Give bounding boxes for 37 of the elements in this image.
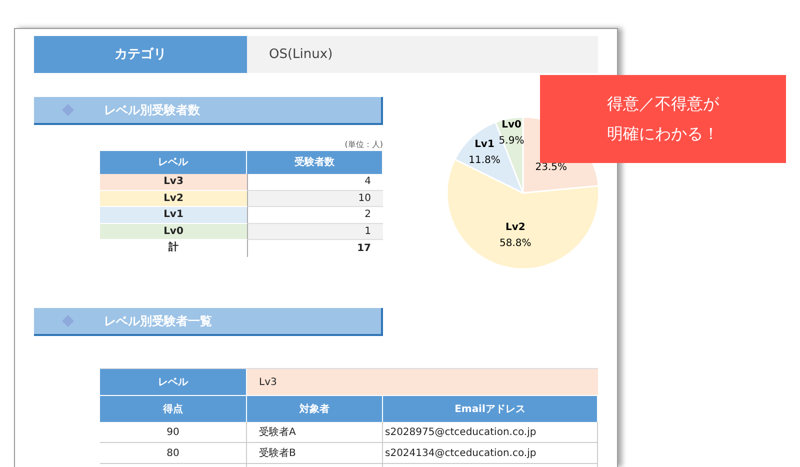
section-title: レベル別受験者一覧 [104,313,212,330]
table-cell: 1 [247,224,383,240]
table-cell: Lv3 [100,174,247,190]
slice-percentage: 58.8% [500,238,532,250]
slice-label: Lv1 [474,138,494,150]
table-cell: 受験者A [247,422,383,443]
category-label: カテゴリ [34,36,247,73]
column-header: レベル [100,151,247,174]
section-title: レベル別受験者数 [104,102,200,119]
slice-label: Lv0 [502,120,522,131]
category-value: OS(Linux) [247,36,598,73]
level-value: Lv3 [247,369,598,395]
callout-text: 明確にわかる！ [607,123,719,145]
table-cell: 17 [247,240,383,256]
table-cell: 計 [100,240,247,256]
column-header: Emailアドレス [383,396,598,422]
table-cell: Lv2 [100,190,247,207]
diamond-icon [62,315,74,327]
table-cell: s2024134@ctceducation.co.jp [383,443,598,464]
diamond-icon [62,104,74,116]
table-cell: 80 [100,443,247,464]
callout-text: 得意／不得意が [607,93,719,115]
table-cell: s2028975@ctceducation.co.jp [383,422,598,443]
table-cell: Lv1 [100,207,247,224]
column-header: レベル [100,369,247,395]
table-cell: 10 [247,190,383,207]
unit-note: (単位：人) [344,139,383,151]
table-cell: 受験者B [247,443,383,464]
slice-percentage: 23.5% [535,162,568,174]
column-header: 受験者数 [247,151,383,174]
table-cell: Lv0 [100,224,247,240]
column-header: 得点 [100,396,247,422]
column-header: 対象者 [247,396,383,422]
slice-label: Lv2 [506,222,526,234]
slice-percentage: 5.9% [498,136,524,147]
slice-percentage: 11.8% [468,154,500,166]
table-cell: 90 [100,422,247,443]
